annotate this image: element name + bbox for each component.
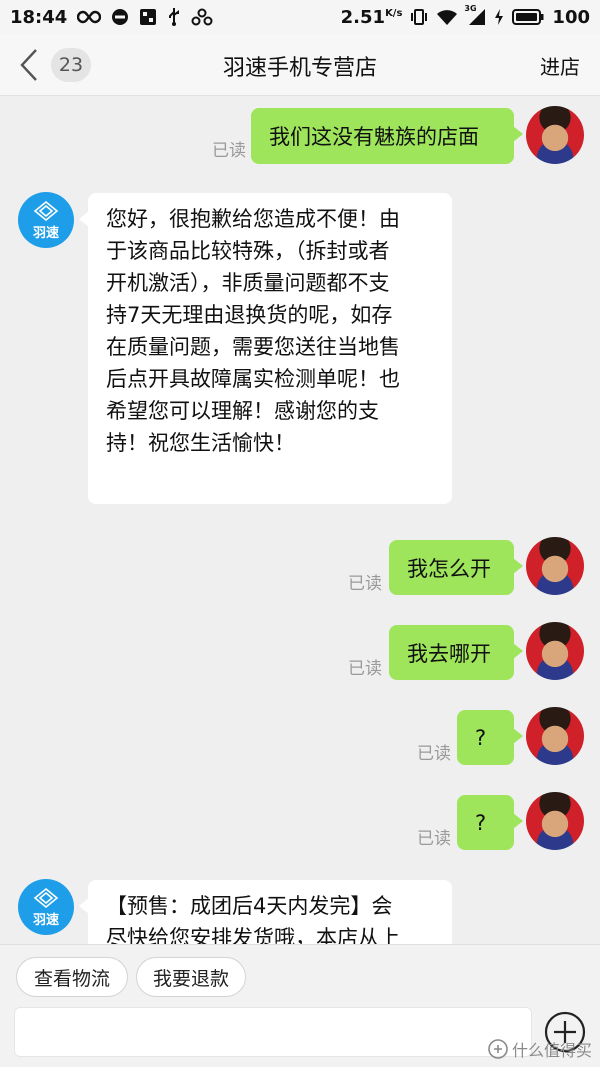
- share-nodes-icon: [191, 8, 213, 26]
- message-text: ?: [475, 725, 487, 750]
- message-line: 您好，很抱歉给您造成不便！由: [106, 207, 400, 231]
- message-input[interactable]: [14, 1007, 532, 1057]
- shop-avatar-text: 羽速: [32, 913, 59, 928]
- message-line: 尽快给您安排发货哦，本店从上: [106, 926, 400, 944]
- message-line: 希望您可以理解！感谢您的支: [106, 399, 379, 423]
- message-bubble-outgoing[interactable]: ?: [457, 710, 523, 765]
- message-line: 在质量问题，需要您送往当地售: [106, 335, 400, 359]
- shop-avatar[interactable]: 羽速: [18, 879, 74, 935]
- message-bubble-incoming[interactable]: 您好，很抱歉给您造成不便！由 于该商品比较特殊，（拆封或者 开机激活），非质量问…: [79, 193, 452, 504]
- message-text: 我去哪开: [407, 641, 491, 666]
- usb-icon: [167, 7, 181, 27]
- charging-icon: [494, 8, 504, 26]
- message-bubble-outgoing[interactable]: 我们这没有魅族的店面: [251, 108, 523, 164]
- battery-level: 100: [552, 6, 590, 28]
- chat-header: 23 羽速手机专营店 进店: [0, 34, 600, 96]
- shop-avatar[interactable]: 羽速: [18, 192, 74, 248]
- enter-shop-button[interactable]: 进店: [540, 51, 580, 80]
- read-status: 已读: [212, 141, 246, 161]
- watermark-logo-icon: [488, 1039, 508, 1059]
- input-panel: 查看物流 我要退款 什么值得买: [0, 944, 600, 1067]
- read-status: 已读: [417, 744, 451, 764]
- user-avatar[interactable]: [526, 622, 584, 680]
- watermark-text: 什么值得买: [511, 1041, 592, 1060]
- message-bubble-outgoing[interactable]: 我怎么开: [389, 540, 523, 595]
- message-line: 于该商品比较特殊，（拆封或者: [106, 239, 390, 263]
- back-button[interactable]: [14, 46, 44, 84]
- shop-logo-icon: [33, 201, 59, 221]
- user-avatar[interactable]: [526, 792, 584, 850]
- status-time: 18:44: [10, 6, 68, 28]
- user-avatar[interactable]: [526, 537, 584, 595]
- request-refund-button[interactable]: 我要退款: [136, 957, 246, 997]
- unread-count-badge[interactable]: 23: [51, 48, 91, 82]
- message-line: 【预售：成团后4天内发完】会: [106, 894, 393, 918]
- message-list[interactable]: 已读 我们这没有魅族的店面 羽速 您好，很抱歉给您造成不便！由 于该商品比较特殊…: [0, 96, 600, 944]
- message-bubble-incoming[interactable]: 【预售：成团后4天内发完】会 尽快给您安排发货哦，本店从上: [79, 880, 452, 944]
- signal-icon: 3G: [464, 4, 486, 26]
- shop-avatar-text: 羽速: [32, 226, 59, 241]
- watermark: 什么值得买: [488, 1037, 592, 1061]
- battery-icon: [512, 8, 544, 26]
- message-bubble-outgoing[interactable]: 我去哪开: [389, 625, 523, 680]
- status-bar: 18:44 2.51K/s 3G 100: [0, 0, 600, 34]
- message-line: 开机激活），非质量问题都不支: [106, 271, 390, 295]
- message-line: 后点开具故障属实检测单呢！也: [106, 367, 400, 391]
- wifi-icon: [436, 8, 458, 26]
- user-avatar[interactable]: [526, 707, 584, 765]
- network-speed: 2.51K/s: [340, 6, 403, 28]
- app-notification-icon: [139, 8, 157, 26]
- user-avatar[interactable]: [526, 106, 584, 164]
- message-text: 我们这没有魅族的店面: [269, 125, 479, 149]
- chat-title: 羽速手机专营店: [222, 56, 377, 81]
- message-text: 我怎么开: [407, 556, 491, 581]
- shop-logo-icon: [33, 888, 59, 908]
- infinity-icon: [77, 10, 102, 24]
- minus-circle-icon: [111, 8, 129, 26]
- read-status: 已读: [348, 659, 382, 679]
- read-status: 已读: [417, 829, 451, 849]
- vibrate-icon: [410, 8, 428, 26]
- message-bubble-outgoing[interactable]: ?: [457, 795, 523, 850]
- message-text: ?: [475, 810, 487, 835]
- message-line: 持7天无理由退换货的呢，如存: [106, 303, 393, 327]
- back-arrow-icon: [20, 49, 37, 81]
- read-status: 已读: [348, 574, 382, 594]
- track-logistics-button[interactable]: 查看物流: [16, 957, 128, 997]
- message-line: 持！祝您生活愉快！: [106, 431, 295, 455]
